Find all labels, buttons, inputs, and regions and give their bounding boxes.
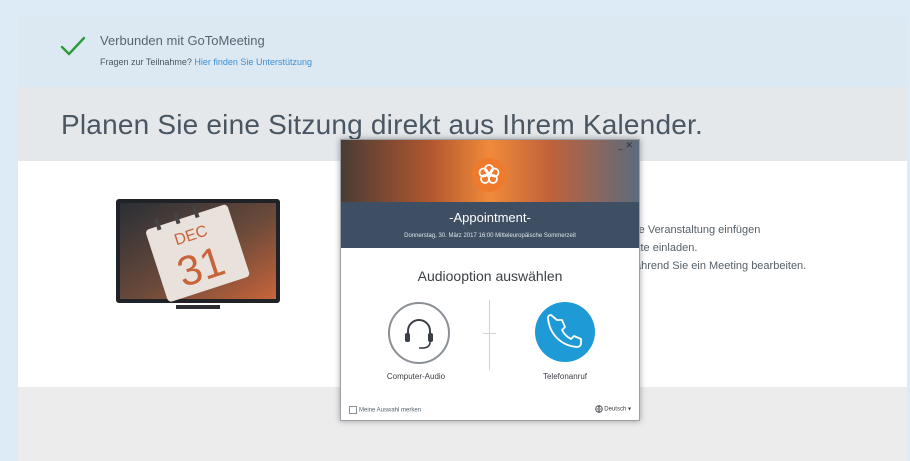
side-text-line-2: kte einladen.	[635, 242, 698, 254]
checkmark-icon	[60, 36, 86, 56]
language-selector[interactable]: Deutsch ▾	[594, 405, 631, 413]
side-text-line-3: ährend Sie ein Meeting bearbeiten.	[635, 260, 807, 272]
connection-status: Verbunden mit GoToMeeting	[100, 33, 265, 48]
dialog-footer: Meine Auswahl merken Deutsch ▾	[341, 402, 639, 420]
phone-icon	[547, 314, 582, 348]
support-question: Fragen zur Teilnahme?	[100, 57, 192, 67]
connection-banner: Verbunden mit GoToMeeting Fragen zur Tei…	[18, 17, 907, 87]
calendar-monitor-illustration: DEC 31	[116, 199, 280, 309]
computer-audio-label: Computer-Audio	[386, 372, 446, 381]
page-headline: Planen Sie eine Sitzung direkt aus Ihrem…	[61, 109, 703, 140]
appointment-title: -Appointment-	[449, 210, 531, 225]
app-page: Verbunden mit GoToMeeting Fragen zur Tei…	[18, 17, 907, 461]
checkbox-box[interactable]	[349, 406, 357, 414]
window-controls[interactable]: _ ✕	[618, 141, 633, 151]
appointment-date: Donnerstag, 30. März 2017 16:00 Mitteleu…	[404, 233, 576, 239]
audio-option-dialog: _ ✕ -Appointment- Donnerstag, 30. März 2…	[340, 139, 640, 421]
audio-option-heading: Audiooption auswählen	[417, 268, 563, 284]
computer-audio-button[interactable]	[388, 302, 450, 364]
phone-call-label: Telefonanruf	[542, 372, 588, 381]
language-label: Deutsch	[604, 406, 627, 413]
side-text-line-1: re Veranstaltung einfügen	[635, 224, 761, 236]
dialog-header-band	[341, 202, 639, 248]
remember-choice-label: Meine Auswahl merken	[359, 407, 422, 414]
globe-icon	[594, 405, 603, 413]
phone-call-button[interactable]	[535, 302, 595, 362]
gotomeeting-logo	[472, 158, 506, 192]
flower-icon	[478, 164, 500, 184]
support-link[interactable]: Hier finden Sie Unterstützung	[194, 57, 312, 67]
remember-choice-checkbox[interactable]: Meine Auswahl merken	[349, 406, 421, 414]
support-line: Fragen zur Teilnahme? Hier finden Sie Un…	[100, 57, 312, 67]
headset-icon	[405, 319, 433, 349]
option-divider-tick	[483, 333, 496, 334]
chevron-down-icon: ▾	[627, 406, 631, 413]
option-divider	[489, 300, 490, 370]
